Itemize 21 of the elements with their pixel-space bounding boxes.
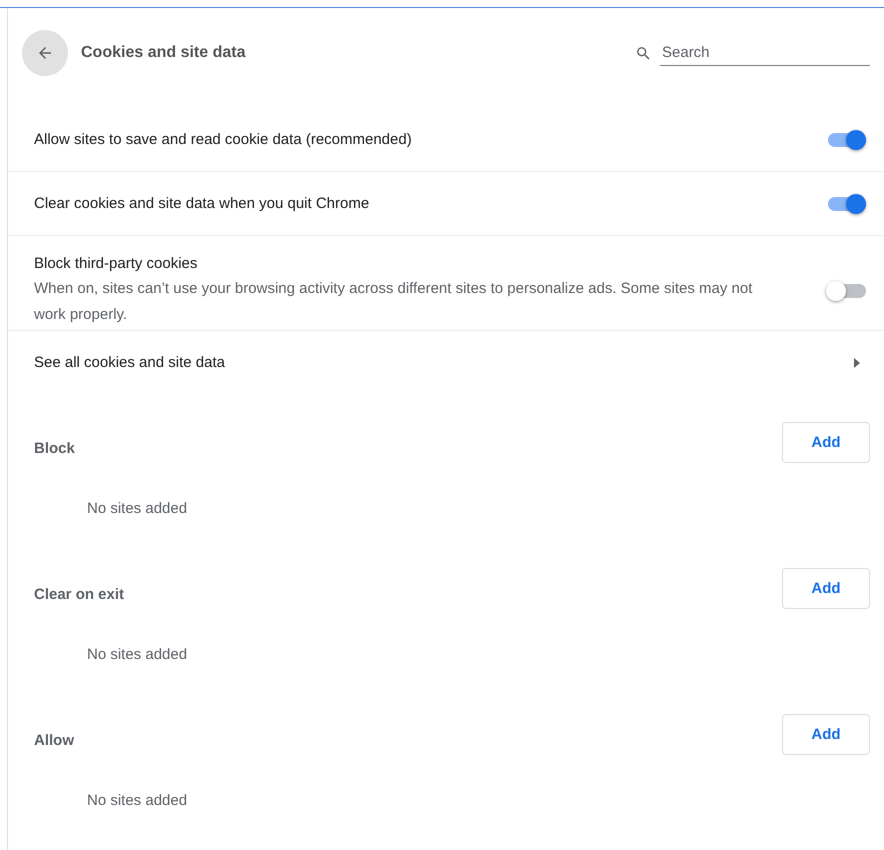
back-button[interactable] [22,30,68,76]
page-title: Cookies and site data [81,44,247,62]
empty-message: No sites added [87,646,188,663]
add-button[interactable]: Add [782,568,870,608]
section-heading: Allow [34,732,74,748]
setting-label: Allow sites to save and read cookie data (recommended) [34,131,413,148]
caret-icon[interactable] [854,358,860,368]
empty-message: No sites added [87,792,188,809]
toggle-switch[interactable] [828,196,866,210]
setting-label: Block third-party cookies [34,254,198,272]
toggle-switch[interactable] [828,284,866,298]
setting-description: When on, sites can’t use your browsing activity across different sites to personalize ads. Some sites may not work properly. [34,278,754,324]
section-heading: Block [34,440,75,456]
add-button[interactable]: Add [782,714,870,754]
setting-label: Clear cookies and site data when you quit Chrome [34,195,370,212]
add-button[interactable]: Add [782,422,870,462]
search-icon [635,44,652,62]
setting-label: See all cookies and site data [34,354,226,371]
empty-message: No sites added [87,500,188,517]
section-heading: Clear on exit [34,586,124,602]
toggle-switch[interactable] [828,132,866,146]
